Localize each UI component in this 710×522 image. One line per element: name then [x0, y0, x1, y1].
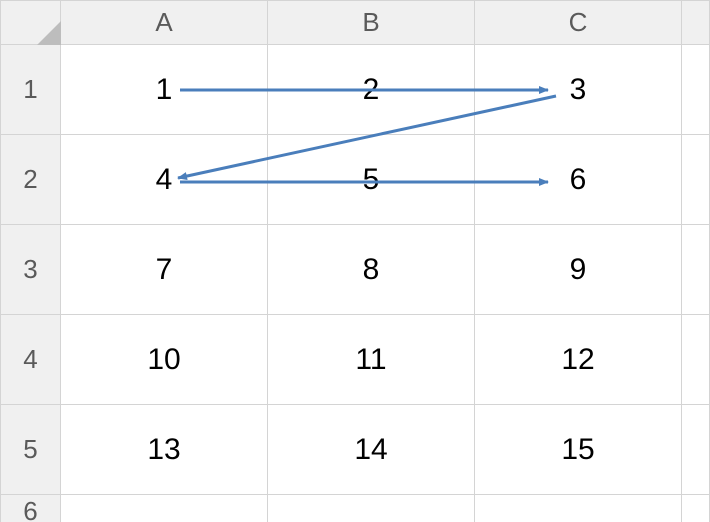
- row-4: 4 10 11 12: [1, 315, 710, 405]
- cell-A4[interactable]: 10: [61, 315, 268, 405]
- cell-A1[interactable]: 1: [61, 45, 268, 135]
- cell-C2[interactable]: 6: [475, 135, 682, 225]
- cell-D2[interactable]: [682, 135, 710, 225]
- row-header-6[interactable]: 6: [1, 495, 61, 522]
- col-header-next[interactable]: [682, 1, 710, 45]
- grid[interactable]: A B C 1 1 2 3 2 4 5 6 3 7: [0, 0, 710, 522]
- cell-A5[interactable]: 13: [61, 405, 268, 495]
- cell-A6[interactable]: [61, 495, 268, 522]
- cell-D6[interactable]: [682, 495, 710, 522]
- row-5: 5 13 14 15: [1, 405, 710, 495]
- cell-B2[interactable]: 5: [268, 135, 475, 225]
- row-header-5[interactable]: 5: [1, 405, 61, 495]
- cell-D5[interactable]: [682, 405, 710, 495]
- col-header-A[interactable]: A: [61, 1, 268, 45]
- column-header-row: A B C: [1, 1, 710, 45]
- row-header-1[interactable]: 1: [1, 45, 61, 135]
- cell-B4[interactable]: 11: [268, 315, 475, 405]
- cell-C4[interactable]: 12: [475, 315, 682, 405]
- cell-A3[interactable]: 7: [61, 225, 268, 315]
- cell-B1[interactable]: 2: [268, 45, 475, 135]
- cell-C1[interactable]: 3: [475, 45, 682, 135]
- row-6: 6: [1, 495, 710, 522]
- cell-D1[interactable]: [682, 45, 710, 135]
- select-all-corner[interactable]: [1, 1, 61, 45]
- cell-C3[interactable]: 9: [475, 225, 682, 315]
- cell-D4[interactable]: [682, 315, 710, 405]
- row-2: 2 4 5 6: [1, 135, 710, 225]
- row-3: 3 7 8 9: [1, 225, 710, 315]
- cell-D3[interactable]: [682, 225, 710, 315]
- row-1: 1 1 2 3: [1, 45, 710, 135]
- cell-B5[interactable]: 14: [268, 405, 475, 495]
- row-header-2[interactable]: 2: [1, 135, 61, 225]
- cell-C5[interactable]: 15: [475, 405, 682, 495]
- cell-C6[interactable]: [475, 495, 682, 522]
- col-header-C[interactable]: C: [475, 1, 682, 45]
- col-header-B[interactable]: B: [268, 1, 475, 45]
- spreadsheet: A B C 1 1 2 3 2 4 5 6 3 7: [0, 0, 710, 522]
- cell-B3[interactable]: 8: [268, 225, 475, 315]
- cell-B6[interactable]: [268, 495, 475, 522]
- select-all-triangle-icon: [37, 21, 61, 45]
- row-header-3[interactable]: 3: [1, 225, 61, 315]
- cell-A2[interactable]: 4: [61, 135, 268, 225]
- row-header-4[interactable]: 4: [1, 315, 61, 405]
